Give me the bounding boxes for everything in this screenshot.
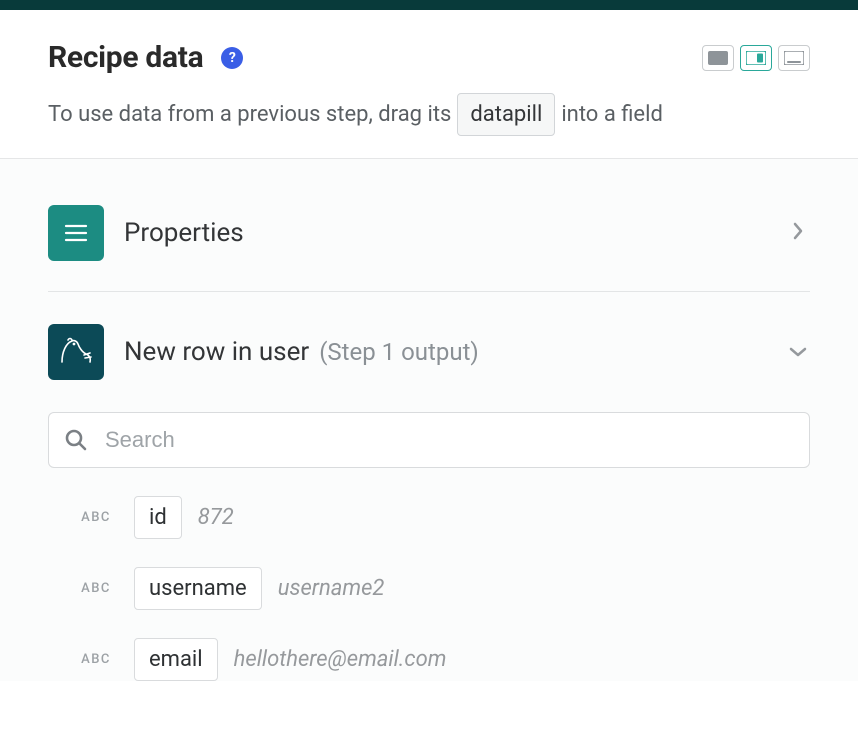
properties-icon xyxy=(48,205,104,261)
datapill-email-value: hellothere@email.com xyxy=(234,647,447,672)
chevron-down-icon xyxy=(786,343,810,362)
datapill-list: ABC id 872 ABC username username2 ABC em… xyxy=(48,496,810,681)
datapill-type-label: ABC xyxy=(74,581,118,596)
chevron-right-icon xyxy=(786,221,810,245)
subtitle-text-after: into a field xyxy=(561,98,663,131)
view-toggle-group xyxy=(702,45,810,71)
datapill-row: ABC email hellothere@email.com xyxy=(74,638,802,681)
page-title: Recipe data xyxy=(48,40,203,75)
step-output-label: New row in user xyxy=(124,337,309,367)
subtitle-text-before: To use data from a previous step, drag i… xyxy=(48,98,451,131)
search-input[interactable] xyxy=(48,412,810,468)
datapill-id-value: 872 xyxy=(198,505,234,530)
search-icon xyxy=(64,428,88,452)
view-toggle-split[interactable] xyxy=(740,45,772,71)
panel-header: Recipe data ? To use data from a previ xyxy=(0,10,858,159)
datapill-username[interactable]: username xyxy=(134,567,262,610)
panel-body: Properties New row in user (Step 1 outpu… xyxy=(0,159,858,681)
view-toggle-full[interactable] xyxy=(702,45,734,71)
section-properties[interactable]: Properties xyxy=(48,189,810,292)
datapill-row: ABC id 872 xyxy=(74,496,802,539)
window-titlebar xyxy=(0,0,858,10)
properties-label: Properties xyxy=(124,218,766,248)
datapill-email[interactable]: email xyxy=(134,638,218,681)
mysql-icon xyxy=(48,324,104,380)
datapill-type-label: ABC xyxy=(74,652,118,667)
step-output-note: (Step 1 output) xyxy=(319,338,479,366)
help-icon[interactable]: ? xyxy=(221,47,243,69)
subtitle: To use data from a previous step, drag i… xyxy=(48,93,810,136)
view-toggle-bottom[interactable] xyxy=(778,45,810,71)
section-step-output[interactable]: New row in user (Step 1 output) xyxy=(48,308,810,396)
search-wrap xyxy=(48,412,810,468)
datapill-chip-example[interactable]: datapill xyxy=(457,93,555,136)
datapill-type-label: ABC xyxy=(74,510,118,525)
datapill-username-value: username2 xyxy=(278,576,385,601)
datapill-id[interactable]: id xyxy=(134,496,182,539)
datapill-row: ABC username username2 xyxy=(74,567,802,610)
